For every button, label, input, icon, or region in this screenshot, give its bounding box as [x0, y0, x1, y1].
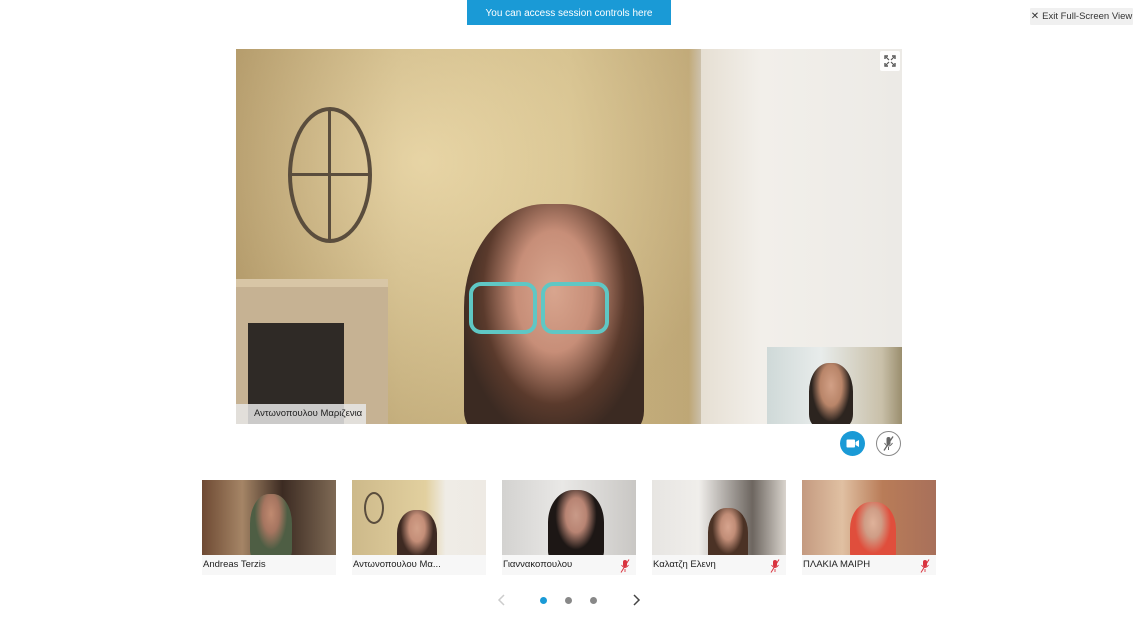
exit-full-screen-label: Exit Full-Screen View	[1042, 11, 1133, 22]
participant-tile[interactable]: Andreas Terzis	[202, 480, 336, 575]
participant-name: ΠΛΑΚΙΑ ΜΑΙΡΗ	[803, 559, 871, 570]
page-dot[interactable]	[565, 597, 572, 604]
participant-name: Γιαννακοπουλου	[503, 559, 573, 570]
microphone-toggle-button[interactable]	[876, 431, 901, 456]
main-video-feed: Αντωνοπουλου Μαριζενια	[236, 49, 902, 424]
expand-icon	[884, 55, 896, 67]
participant-tile[interactable]: ΠΛΑΚΙΑ ΜΑΙΡΗ	[802, 480, 936, 575]
muted-microphone-icon	[770, 559, 780, 573]
page-dot-active[interactable]	[540, 597, 547, 604]
wall-clock	[288, 107, 372, 243]
close-icon: ✕	[1030, 11, 1040, 22]
page-dot[interactable]	[590, 597, 597, 604]
muted-microphone-icon	[620, 559, 630, 573]
session-controls-banner: You can access session controls here	[467, 0, 671, 25]
self-view-video	[767, 347, 902, 424]
video-camera-icon	[846, 439, 859, 448]
main-speaker-name: Αντωνοπουλου Μαριζενια	[236, 404, 367, 424]
exit-full-screen-button[interactable]: ✕ Exit Full-Screen View	[1030, 8, 1133, 25]
participant-tile[interactable]: Αντωνοπουλου Μα...	[352, 480, 486, 575]
participant-name: Αντωνοπουλου Μα...	[353, 559, 441, 570]
muted-microphone-icon	[920, 559, 930, 573]
participant-name: Καλατζη Ελενη	[653, 559, 716, 570]
expand-button[interactable]	[880, 51, 900, 71]
next-page-icon[interactable]	[628, 592, 644, 608]
camera-toggle-button[interactable]	[840, 431, 865, 456]
participant-tile[interactable]: Γιαννακοπουλου	[502, 480, 636, 575]
fireplace	[236, 279, 388, 424]
participant-name: Andreas Terzis	[203, 559, 266, 570]
previous-page-icon[interactable]	[494, 592, 510, 608]
participant-tile[interactable]: Καλατζη Ελενη	[652, 480, 786, 575]
microphone-muted-icon	[883, 436, 894, 451]
